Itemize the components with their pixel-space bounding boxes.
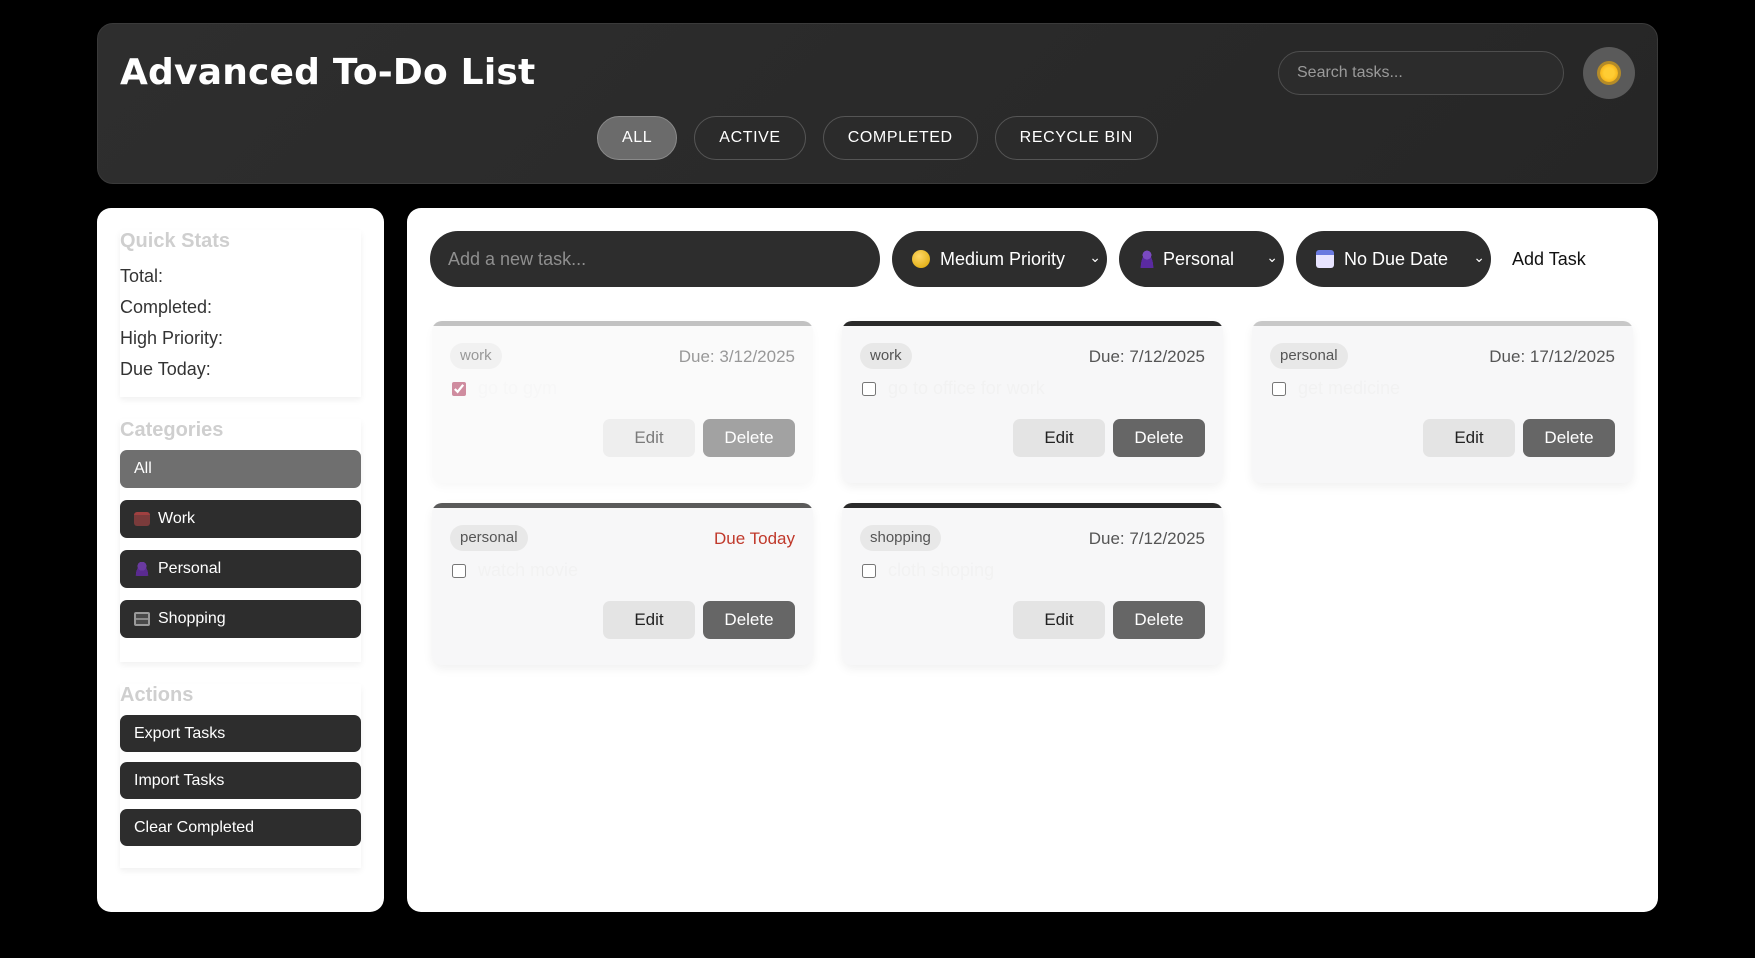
- delete-button[interactable]: Delete: [1113, 601, 1205, 639]
- edit-button[interactable]: Edit: [1013, 601, 1105, 639]
- due-date-select[interactable]: No Due Date ⌄: [1296, 231, 1491, 287]
- clear-completed-button[interactable]: Clear Completed: [120, 809, 361, 846]
- briefcase-icon: [134, 512, 150, 526]
- category-label: Shopping: [158, 610, 226, 627]
- task-card: personal Due Today watch movie Edit Dele…: [432, 503, 813, 665]
- task-text: watch movie: [478, 560, 579, 580]
- person-icon: [134, 562, 150, 576]
- task-grid: work Due: 3/12/2025 go to gym Edit Delet…: [432, 321, 1633, 665]
- category-personal[interactable]: Personal: [120, 550, 361, 588]
- chevron-down-icon: ⌄: [1473, 249, 1485, 265]
- filter-tabs: ALL ACTIVE COMPLETED RECYCLE BIN: [98, 116, 1657, 160]
- task-card: shopping Due: 7/12/2025 cloth shoping Ed…: [842, 503, 1223, 665]
- edit-button[interactable]: Edit: [603, 419, 695, 457]
- task-due-date: Due: 17/12/2025: [1489, 347, 1615, 366]
- task-text: cloth shoping: [888, 560, 995, 580]
- category-shopping[interactable]: Shopping: [120, 600, 361, 638]
- category-select[interactable]: Personal ⌄: [1119, 231, 1284, 287]
- task-card: personal Due: 17/12/2025 get medicine Ed…: [1252, 321, 1633, 483]
- priority-bar: [842, 503, 1223, 508]
- page-title: Advanced To-Do List: [120, 52, 536, 93]
- theme-toggle-button[interactable]: [1583, 47, 1635, 99]
- task-category-tag: work: [450, 343, 502, 369]
- categories-heading: Categories: [120, 419, 224, 441]
- edit-button[interactable]: Edit: [1013, 419, 1105, 457]
- medium-priority-icon: [912, 250, 930, 268]
- stat-total: Total:: [120, 266, 164, 286]
- app-header: Advanced To-Do List ALL ACTIVE COMPLETED…: [97, 23, 1658, 184]
- category-all[interactable]: All: [120, 450, 361, 488]
- shopping-cart-icon: [134, 612, 150, 626]
- search-input[interactable]: [1278, 51, 1564, 95]
- task-category-tag: shopping: [860, 525, 941, 551]
- category-label: Personal: [158, 560, 222, 577]
- priority-bar: [432, 503, 813, 508]
- task-card: work Due: 7/12/2025 go to office for wor…: [842, 321, 1223, 483]
- category-label: All: [134, 460, 152, 477]
- due-date-value: No Due Date: [1344, 248, 1449, 269]
- main-panel: Medium Priority ⌄ Personal ⌄ No Due Date…: [407, 208, 1658, 912]
- task-checkbox[interactable]: [862, 564, 876, 578]
- add-task-button[interactable]: Add Task: [1512, 231, 1586, 287]
- task-category-tag: personal: [450, 525, 528, 551]
- task-text: go to office for work: [888, 378, 1045, 398]
- task-due-date: Due: 7/12/2025: [1088, 347, 1205, 366]
- task-checkbox[interactable]: [862, 382, 876, 396]
- tab-all[interactable]: ALL: [597, 116, 678, 160]
- priority-select[interactable]: Medium Priority ⌄: [892, 231, 1107, 287]
- edit-button[interactable]: Edit: [1423, 419, 1515, 457]
- task-checkbox[interactable]: [1272, 382, 1286, 396]
- priority-bar: [842, 321, 1223, 326]
- task-checkbox[interactable]: [452, 382, 466, 396]
- task-checkbox[interactable]: [452, 564, 466, 578]
- quick-stats-heading: Quick Stats: [120, 230, 231, 252]
- category-label: Work: [158, 510, 196, 527]
- quick-stats: Quick Stats Total: Completed: High Prior…: [120, 230, 361, 397]
- task-due-date: Due: 7/12/2025: [1088, 529, 1205, 548]
- chevron-down-icon: ⌄: [1089, 249, 1101, 265]
- priority-value: Medium Priority: [940, 248, 1066, 269]
- category-work[interactable]: Work: [120, 500, 361, 538]
- tab-recycle-bin[interactable]: RECYCLE BIN: [994, 116, 1158, 160]
- delete-button[interactable]: Delete: [703, 601, 795, 639]
- chevron-down-icon: ⌄: [1266, 249, 1278, 265]
- task-category-tag: work: [860, 343, 912, 369]
- category-value: Personal: [1163, 248, 1235, 269]
- task-text: get medicine: [1298, 378, 1401, 398]
- actions-heading: Actions: [120, 684, 194, 706]
- import-tasks-button[interactable]: Import Tasks: [120, 762, 361, 799]
- task-category-tag: personal: [1270, 343, 1348, 369]
- task-text: go to gym: [478, 378, 558, 398]
- sidebar: Quick Stats Total: Completed: High Prior…: [97, 208, 384, 912]
- priority-bar: [432, 321, 813, 326]
- delete-button[interactable]: Delete: [703, 419, 795, 457]
- delete-button[interactable]: Delete: [1113, 419, 1205, 457]
- task-due-date: Due: 3/12/2025: [678, 347, 795, 366]
- export-tasks-button[interactable]: Export Tasks: [120, 715, 361, 752]
- person-icon: [1139, 250, 1155, 268]
- task-card: work Due: 3/12/2025 go to gym Edit Delet…: [432, 321, 813, 483]
- tab-completed[interactable]: COMPLETED: [822, 116, 978, 160]
- stat-due-today: Due Today:: [120, 359, 211, 379]
- categories-section: Categories All Work Personal Shopping: [120, 419, 361, 662]
- task-due-date: Due Today: [714, 529, 795, 548]
- stat-high-priority: High Priority:: [120, 328, 224, 348]
- new-task-input[interactable]: [430, 231, 880, 287]
- actions-section: Actions Export Tasks Import Tasks Clear …: [120, 684, 361, 868]
- calendar-icon: [1316, 250, 1334, 268]
- priority-bar: [1252, 321, 1633, 326]
- stat-completed: Completed:: [120, 297, 213, 317]
- edit-button[interactable]: Edit: [603, 601, 695, 639]
- tab-active[interactable]: ACTIVE: [694, 116, 806, 160]
- sun-icon: [1600, 64, 1618, 82]
- delete-button[interactable]: Delete: [1523, 419, 1615, 457]
